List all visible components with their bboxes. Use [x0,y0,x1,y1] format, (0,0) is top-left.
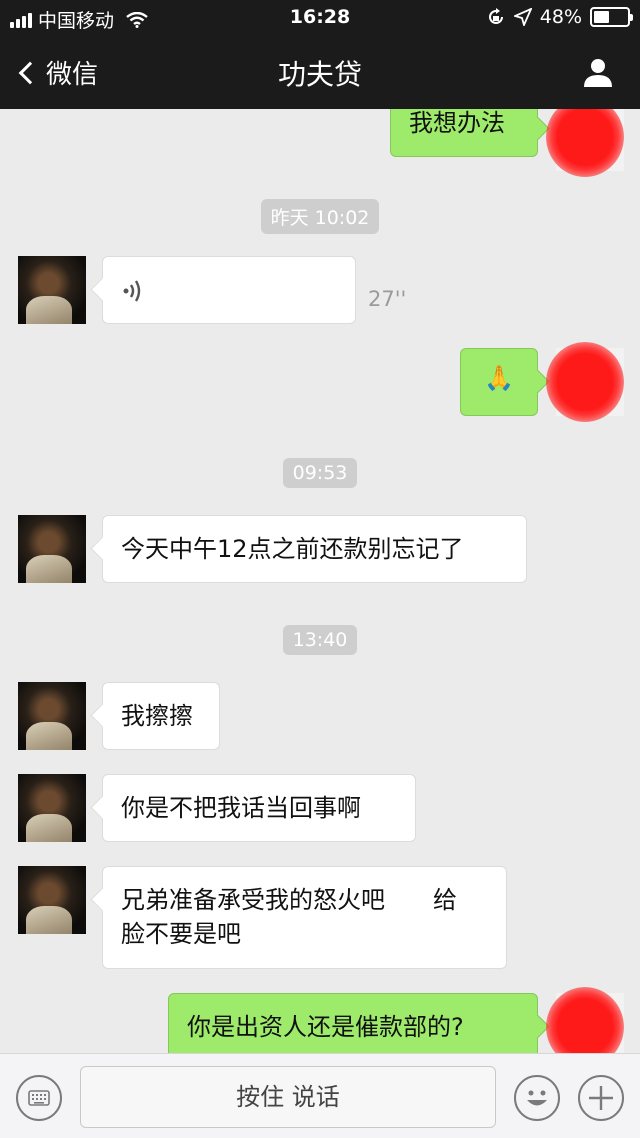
message-text-line: 脸不要是吧 [121,920,241,948]
person-icon[interactable] [582,56,614,88]
message-in[interactable]: 今天中午12点之前还款别忘记了 [102,515,527,583]
battery-fill [594,11,610,23]
contact-avatar[interactable] [18,682,86,750]
message-text: 我想办法 [409,109,505,137]
message-out[interactable]: 🙏 [460,348,538,416]
message-text: 今天中午12点之前还款别忘记了 [121,535,464,563]
voice-duration: 27'' [368,287,407,311]
message-in[interactable]: 我擦擦 [102,682,220,750]
status-bar: 中国移动 16:28 48% [0,0,640,36]
hold-to-talk-button[interactable]: 按住 说话 [80,1066,496,1128]
message-in[interactable]: 你是不把我话当回事啊 [102,774,416,842]
battery-icon [590,7,633,27]
message-out[interactable]: 我想办法 [390,109,538,157]
message-out[interactable]: 你是出资人还是催款部的? [168,993,538,1053]
message-text: 你是不把我话当回事啊 [121,794,361,822]
keyboard-icon [28,1090,50,1106]
contact-avatar[interactable] [18,774,86,842]
timestamp: 13:40 [0,625,640,655]
nav-bar: 微信 功夫贷 [0,36,640,109]
my-avatar[interactable] [546,109,624,177]
chat-area[interactable]: 我想办法 昨天 10:02 27'' 🙏 09:53 今天中午12点之前还款别忘… [0,109,640,1053]
message-in[interactable]: 兄弟准备承受我的怒火吧 给 脸不要是吧 [102,866,507,969]
input-bar: 按住 说话 [0,1053,640,1138]
voice-message[interactable] [102,256,356,324]
contact-avatar[interactable] [18,866,86,934]
battery-percent: 48% [539,6,582,28]
voice-wave-icon [123,280,141,302]
message-text: 你是出资人还是催款部的? [187,1013,464,1041]
plus-icon [589,1086,613,1110]
contact-avatar[interactable] [18,515,86,583]
message-text-line: 兄弟准备承受我的怒火吧 给 [121,886,457,914]
timestamp: 昨天 10:02 [0,199,640,234]
chat-title: 功夫贷 [277,58,362,91]
emoji-icon [527,1090,547,1106]
keyboard-toggle-button[interactable] [16,1075,62,1121]
more-button[interactable] [578,1075,624,1121]
contact-avatar[interactable] [18,256,86,324]
message-text: 我擦擦 [121,702,193,730]
my-avatar[interactable] [546,342,624,422]
location-icon [513,8,532,26]
emoji-message: 🙏 [484,364,514,392]
my-avatar[interactable] [546,987,624,1053]
emoji-button[interactable] [514,1075,560,1121]
lock-rotation-icon [488,8,503,24]
status-right: 48% [486,6,633,28]
timestamp: 09:53 [0,458,640,488]
